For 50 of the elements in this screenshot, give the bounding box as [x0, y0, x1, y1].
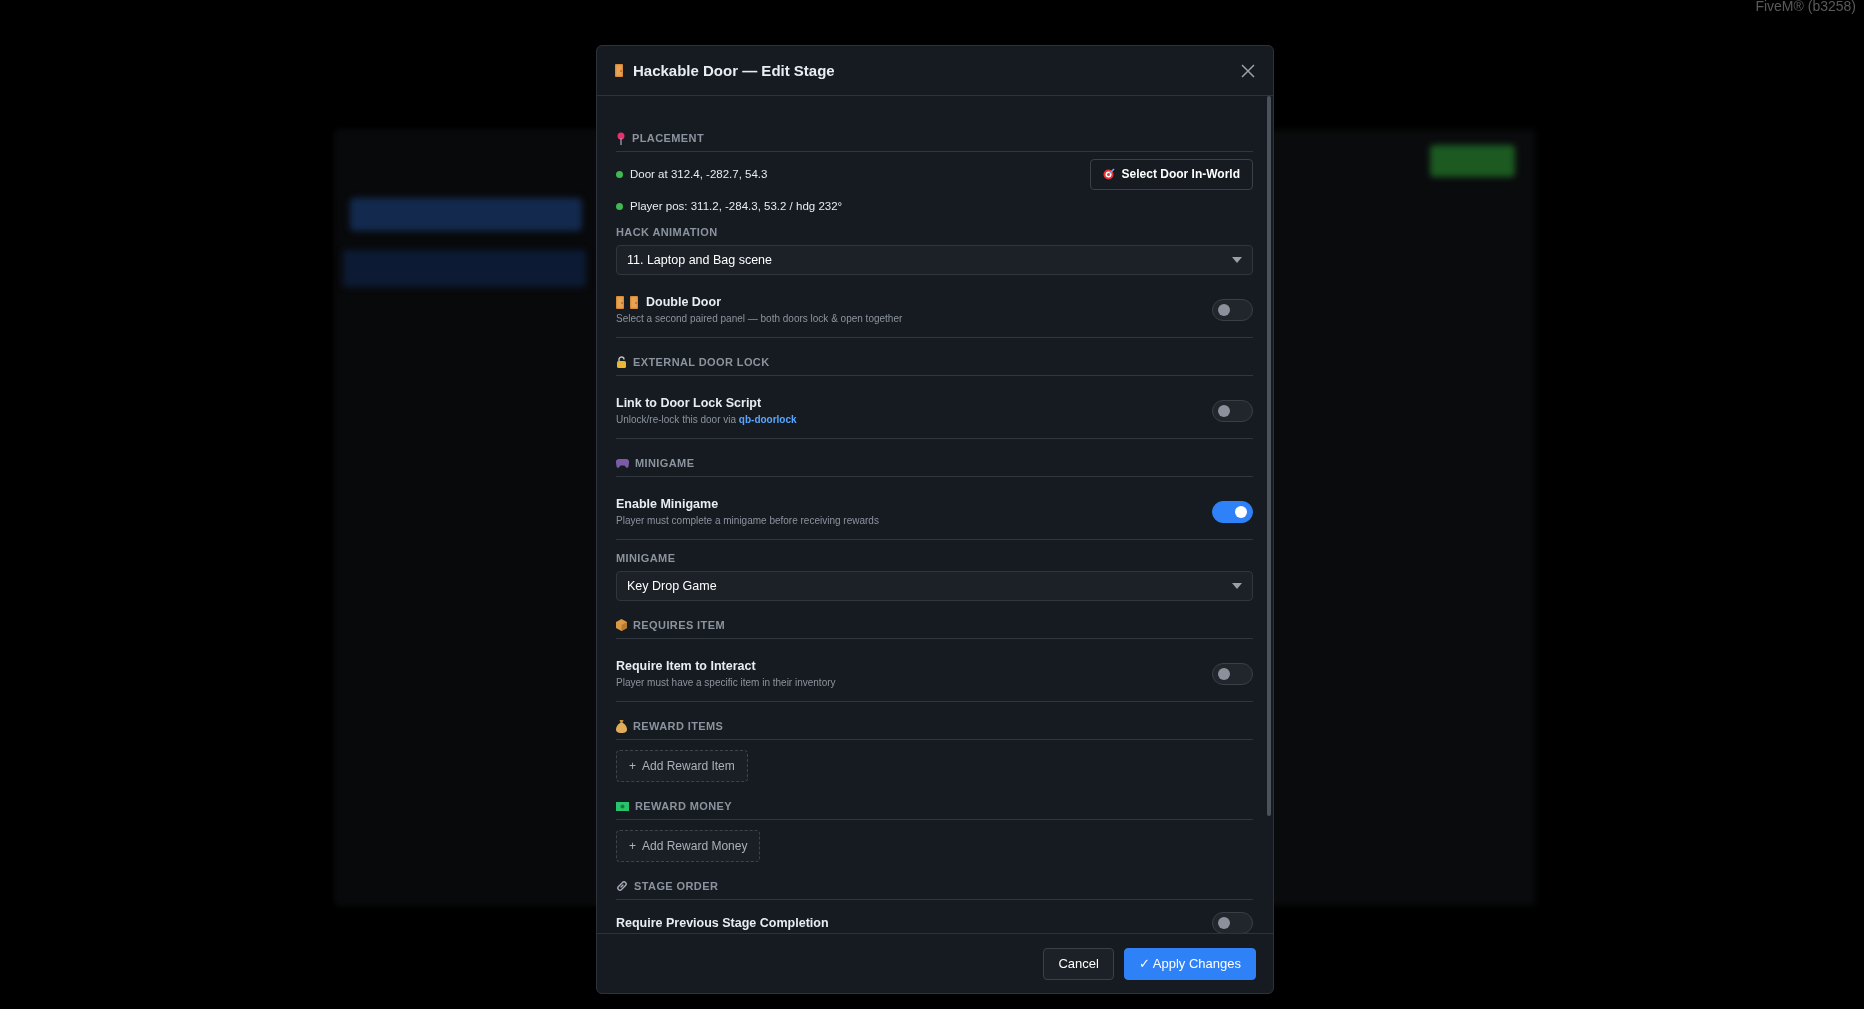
section-heading: EXTERNAL DOOR LOCK: [633, 355, 770, 370]
field-label: HACK ANIMATION: [616, 225, 719, 240]
section-heading: REWARD MONEY: [635, 799, 733, 814]
toggle-switch[interactable]: [1212, 299, 1253, 321]
app-version-text: FiveM® (b3258): [1755, 0, 1856, 14]
setting-title: Require Item to Interact: [616, 658, 756, 675]
money-bag-icon: [616, 719, 627, 733]
apply-button[interactable]: ✓ Apply Changes: [1123, 947, 1256, 980]
door-icon: [630, 295, 638, 309]
cancel-button[interactable]: Cancel: [1043, 947, 1114, 980]
pin-icon: [616, 131, 626, 145]
section-heading: REQUIRES ITEM: [633, 618, 725, 633]
toggle-switch[interactable]: [1212, 912, 1253, 933]
dialog-title: Hackable Door — Edit Stage: [633, 62, 836, 79]
link-icon: [616, 880, 628, 892]
setting-description: Player must have a specific item in their inventory: [616, 676, 837, 690]
lock-icon: [616, 356, 627, 368]
field-label: MINIGAME: [616, 551, 677, 566]
target-icon: [1102, 168, 1115, 180]
status-text: Player pos: 311.2, -284.3, 53.2 / hdg 232°: [630, 200, 844, 212]
setting-title: Double Door: [646, 294, 721, 311]
dropdown[interactable]: Key Drop Game: [616, 571, 1253, 601]
setting-description: Player must complete a minigame before receiving rewards: [616, 514, 880, 528]
close-icon[interactable]: [1241, 63, 1255, 78]
section-heading: REWARD ITEMS: [633, 719, 724, 734]
section-heading: MINIGAME: [635, 456, 695, 471]
select-door-button[interactable]: Select Door In-World: [1089, 158, 1253, 190]
add-button[interactable]: + Add Reward Item: [616, 750, 748, 782]
toggle-switch[interactable]: [1212, 400, 1253, 422]
gamepad-icon: [616, 458, 629, 468]
box-icon: [616, 619, 627, 631]
setting-description: Unlock/re-lock this door via qb-doorlock: [616, 413, 798, 427]
link[interactable]: qb-doorlock: [738, 414, 797, 425]
setting-title: Enable Minigame: [616, 496, 719, 513]
status-text: Door at 312.4, -282.7, 54.3: [630, 168, 769, 180]
door-icon: [616, 295, 624, 309]
money-bill-icon: [616, 801, 629, 811]
dropdown[interactable]: 11. Laptop and Bag scene: [616, 245, 1253, 275]
section-heading: STAGE ORDER: [634, 879, 719, 894]
toggle-switch[interactable]: [1212, 663, 1253, 685]
setting-title: Require Previous Stage Completion: [616, 915, 829, 932]
caret-icon: [1232, 257, 1242, 263]
setting-title: Link to Door Lock Script: [616, 395, 762, 412]
caret-icon: [1232, 583, 1242, 589]
door-icon: [615, 64, 623, 77]
scrollbar[interactable]: [1267, 96, 1271, 816]
toggle-switch[interactable]: [1212, 501, 1253, 523]
setting-description: Select a second paired panel — both doors lock & open together: [616, 312, 904, 326]
section-heading: PLACEMENT: [632, 131, 705, 146]
add-button[interactable]: + Add Reward Money: [616, 830, 761, 862]
